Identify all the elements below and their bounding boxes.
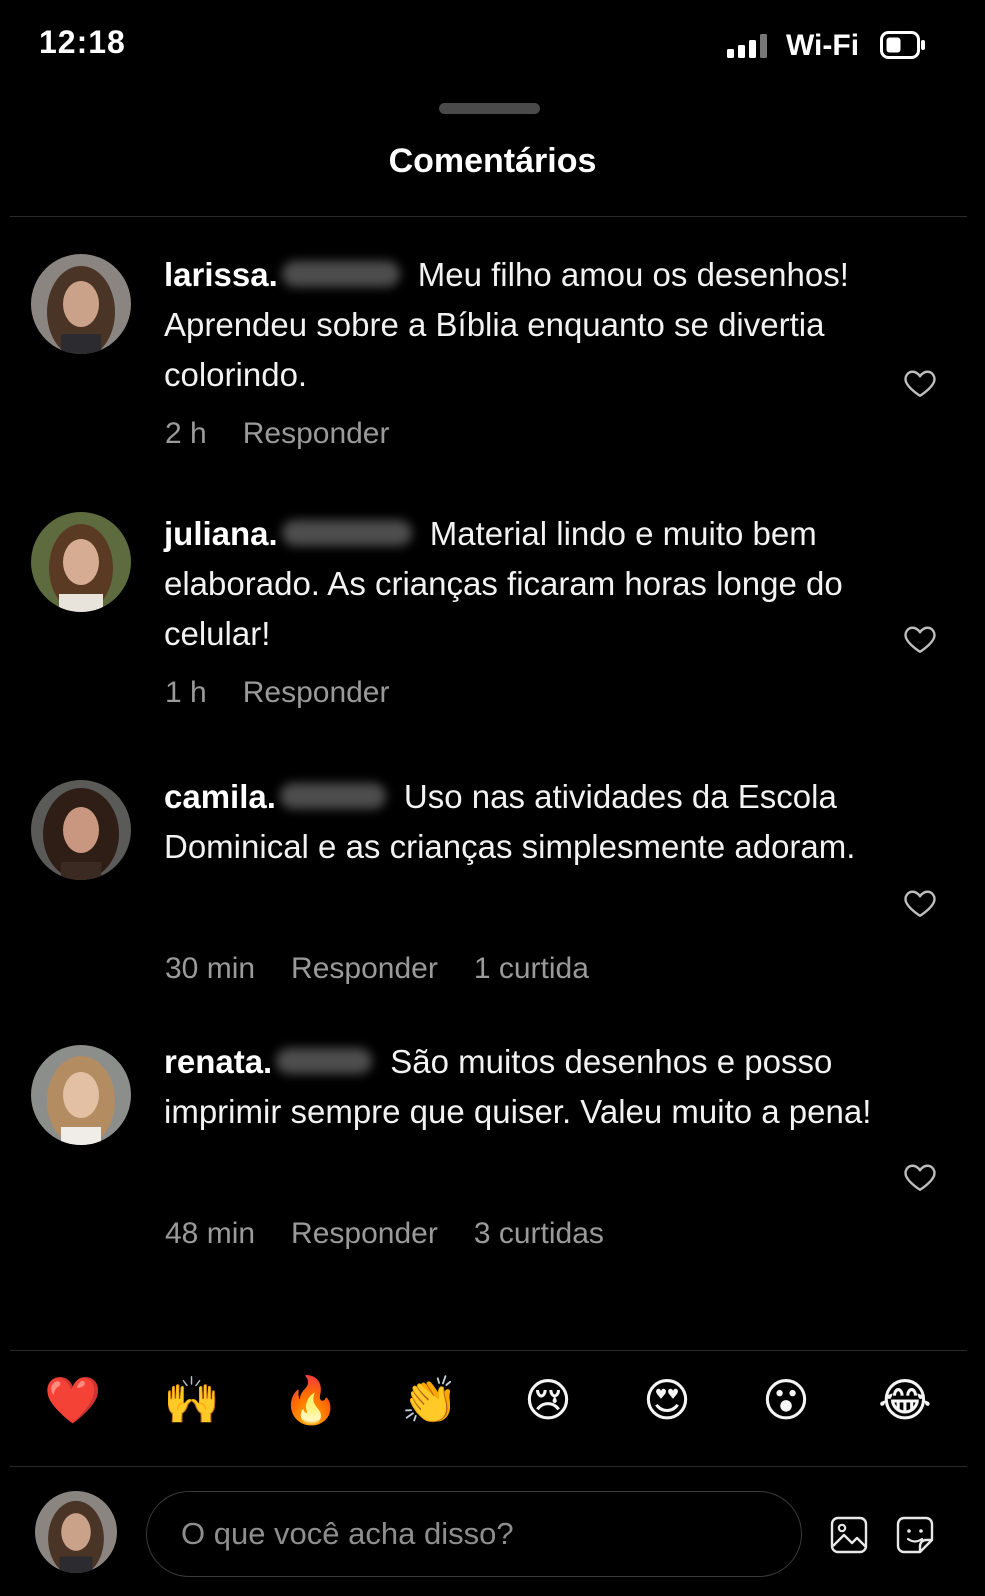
comment-username[interactable]: larissa. [164,256,278,293]
reaction-clapping[interactable]: 👏 [401,1372,458,1428]
header-divider [10,216,967,217]
battero-icon [880,31,925,59]
reply-button[interactable]: Responder [291,1217,438,1251]
comment-meta: 48 min Responder 3 curtidas [165,1217,604,1251]
blurred-username [276,1048,373,1075]
gallery-icon[interactable] [829,1515,869,1555]
like-count[interactable]: 1 curtida [474,952,589,986]
comment-body: camila. Uso nas atividades da Escola Domi… [164,772,884,872]
comment-meta: 30 min Responder 1 curtida [165,952,589,986]
current-user-avatar [35,1491,117,1573]
comment-body: renata. São muitos desenhos e posso impri… [164,1037,884,1137]
quick-reactions-bar: ❤️ 🙌 🔥 👏 😢 😍 😮 😂 [0,1372,985,1442]
comment-input[interactable] [146,1491,802,1577]
avatar[interactable] [31,780,131,880]
comment-time: 2 h [165,417,207,450]
comment-body: larissa. Meu filho amou os desenhos! Apre… [164,250,884,400]
reply-button[interactable]: Responder [243,676,390,710]
signal-bars-icon [727,34,771,58]
comment-time: 1 h [165,676,207,709]
avatar[interactable] [31,1045,131,1145]
status-bar: 12:18 Wi-Fi [0,0,985,90]
sheet-drag-handle[interactable] [439,103,540,114]
reaction-heart-eyes[interactable]: 😍 [639,1372,695,1428]
reaction-fire[interactable]: 🔥 [282,1372,339,1428]
reply-button[interactable]: Responder [243,417,390,451]
blurred-username [281,520,412,547]
reaction-surprised[interactable]: 😮 [758,1372,814,1428]
like-count[interactable]: 3 curtidas [474,1217,604,1251]
status-time: 12:18 [39,24,126,60]
reaction-raising-hands[interactable]: 🙌 [163,1372,220,1428]
comment-body: juliana. Material lindo e muito bem elabo… [164,509,884,659]
reply-button[interactable]: Responder [291,952,438,986]
network-label: Wi-Fi [786,29,860,62]
comment-time: 48 min [165,1217,256,1250]
sticker-icon[interactable] [895,1515,935,1555]
reaction-laughing[interactable]: 😂 [877,1372,933,1428]
blurred-username [281,261,400,288]
comments-screen: 12:18 Wi-Fi Comentários larissa. Meu filh… [0,0,985,1596]
comment-meta: 2 h Responder [165,417,389,451]
like-heart-icon[interactable] [902,1159,938,1195]
comment-username[interactable]: renata. [164,1043,272,1080]
avatar[interactable] [31,512,131,612]
reaction-sad[interactable]: 😢 [520,1372,576,1428]
reactions-divider-top [10,1350,967,1351]
like-heart-icon[interactable] [902,621,938,657]
comment-meta: 1 h Responder [165,676,389,710]
comment-username[interactable]: juliana. [164,515,278,552]
blurred-username [279,783,386,810]
avatar[interactable] [31,254,131,354]
sheet-title: Comentários [388,142,597,180]
reaction-heart[interactable]: ❤️ [44,1372,101,1428]
comment-username[interactable]: camila. [164,778,276,815]
reactions-divider-bottom [10,1466,967,1467]
like-heart-icon[interactable] [902,365,938,401]
comment-time: 30 min [165,952,256,985]
like-heart-icon[interactable] [902,885,938,921]
